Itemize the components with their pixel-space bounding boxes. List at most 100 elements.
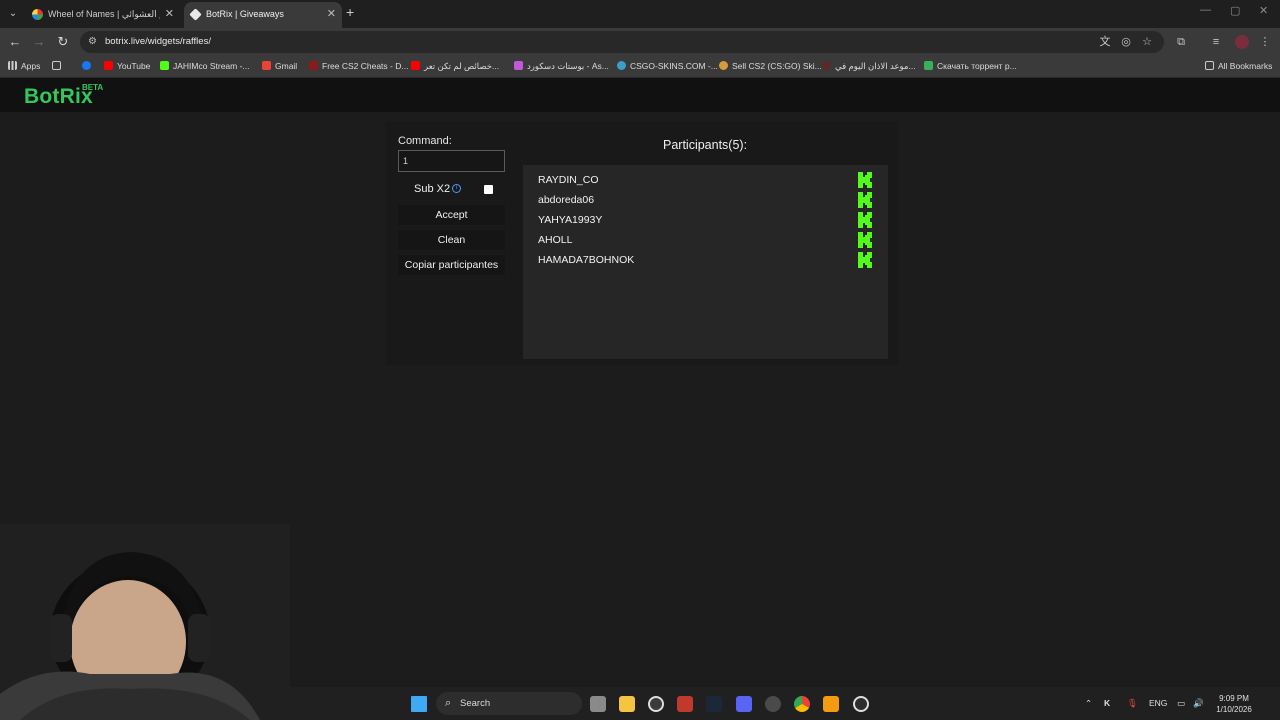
extensions-icon[interactable]: ⧉: [1173, 34, 1189, 50]
participant-row: RAYDIN_CO: [538, 172, 874, 190]
microphone-icon[interactable]: 🎙: [1127, 698, 1138, 709]
command-input[interactable]: 1: [398, 150, 505, 172]
steam-icon[interactable]: [706, 696, 722, 712]
gmail-icon: [262, 61, 271, 70]
minimize-icon[interactable]: —: [1200, 4, 1211, 16]
bookmarks-bar: Apps YouTube JAHIMco Stream -... Gmail F…: [0, 56, 1280, 78]
taskbar-search[interactable]: ⌕ Search: [436, 692, 582, 715]
kick-logo-icon: [858, 212, 872, 228]
bookmark-tab-groups[interactable]: [52, 61, 65, 74]
site-info-icon[interactable]: ⚙: [88, 36, 100, 48]
tab-groups-icon: [52, 61, 61, 70]
beta-badge: BETA: [82, 83, 104, 92]
tab-search-chevron-icon[interactable]: ⌄: [4, 5, 22, 23]
windows-taskbar: ⌕ Search ⌃ K 🎙 ENG ▭ 🔊 9:09 PM 1/10/2026: [290, 687, 1280, 720]
logitech-g-icon[interactable]: [648, 696, 664, 712]
chrome-icon[interactable]: [794, 696, 810, 712]
participants-title: Participants(5):: [663, 138, 748, 152]
back-icon[interactable]: ←: [6, 33, 24, 51]
game-launcher-icon[interactable]: [677, 696, 693, 712]
close-tab-icon[interactable]: ✕: [327, 7, 336, 20]
info-icon[interactable]: i: [452, 184, 461, 193]
taskbar-clock[interactable]: 9:09 PM 1/10/2026: [1214, 693, 1254, 715]
bookmark-facebook[interactable]: [82, 61, 95, 74]
bookmark-torrent[interactable]: Скачать торрент р...: [924, 61, 1017, 74]
apps-grid-icon: [8, 61, 17, 70]
tab-title: BotRix | Giveaways: [206, 9, 284, 19]
bookmark-gmail[interactable]: Gmail: [262, 61, 297, 74]
task-view-icon[interactable]: [590, 696, 606, 712]
bookmark-kick-stream[interactable]: JAHIMco Stream -...: [160, 61, 250, 74]
menu-dots-icon[interactable]: ⋮: [1257, 34, 1273, 50]
gem-icon: [514, 61, 523, 70]
all-bookmarks[interactable]: All Bookmarks: [1205, 61, 1272, 74]
webcam-overlay: [0, 524, 290, 720]
participant-name: abdoreda06: [538, 194, 595, 206]
network-icon[interactable]: ▭: [1177, 698, 1185, 709]
clean-button[interactable]: Clean: [398, 230, 505, 250]
translate-icon[interactable]: 文: [1097, 34, 1113, 50]
tab-botrix-giveaways[interactable]: BotRix | Giveaways ✕: [184, 2, 342, 28]
close-window-icon[interactable]: ✕: [1259, 4, 1268, 17]
tab-strip: ⌄ Wheel of Names | سم العشوائي ✕ BotRix …: [0, 0, 1280, 28]
cheats-site-icon: [309, 61, 318, 70]
settings-gear-icon[interactable]: [853, 696, 869, 712]
tray-chevron-icon[interactable]: ⌃: [1085, 698, 1092, 709]
forward-icon[interactable]: →: [30, 33, 48, 51]
bookmark-prayer-times[interactable]: موعد الاذان اليوم في...: [822, 61, 916, 74]
webcam-person-image: [0, 524, 290, 720]
discord-icon[interactable]: [736, 696, 752, 712]
volume-icon[interactable]: 🔊: [1193, 698, 1204, 709]
address-bar[interactable]: ⚙ botrix.live/widgets/raffles/: [80, 31, 1164, 53]
bookmark-apps[interactable]: Apps: [8, 61, 40, 74]
language-indicator[interactable]: ENG: [1149, 698, 1167, 708]
tab-wheel-of-names[interactable]: Wheel of Names | سم العشوائي ✕: [26, 2, 180, 28]
bookmark-sell-cs2[interactable]: Sell CS2 (CS:GO) Ski...: [719, 61, 822, 74]
participant-row: AHOLL: [538, 232, 874, 250]
reload-icon[interactable]: ↻: [54, 33, 72, 51]
sell-skins-icon: [719, 61, 728, 70]
kick-logo-icon: [858, 172, 872, 188]
kick-logo-icon: [858, 192, 872, 208]
app-icon[interactable]: [765, 696, 781, 712]
vlc-like-icon[interactable]: [823, 696, 839, 712]
url-text: botrix.live/widgets/raffles/: [105, 36, 211, 47]
accept-button[interactable]: Accept: [398, 205, 505, 225]
bookmark-star-icon[interactable]: ☆: [1139, 34, 1155, 50]
close-tab-icon[interactable]: ✕: [165, 7, 174, 20]
bookmark-discord-posts[interactable]: بوستات دسكورد - As...: [514, 61, 609, 74]
copy-participants-button[interactable]: Copiar participantes: [398, 255, 505, 275]
participant-name: AHOLL: [538, 234, 573, 246]
wheel-favicon-icon: [32, 9, 43, 20]
site-header: BotRix BETA: [0, 78, 1280, 112]
browser-toolbar: ← → ↻ ⚙ botrix.live/widgets/raffles/ 文 ◎…: [0, 28, 1280, 56]
bookmark-cs2-cheats[interactable]: Free CS2 Cheats - D...: [309, 61, 408, 74]
kick-tray-icon[interactable]: K: [1104, 698, 1110, 708]
bookmark-csgo-skins[interactable]: CSGO-SKINS.COM -...: [617, 61, 718, 74]
kick-icon: [160, 61, 169, 70]
bookmark-youtube[interactable]: YouTube: [104, 61, 150, 74]
profile-avatar[interactable]: [1235, 35, 1249, 49]
participant-name: RAYDIN_CO: [538, 174, 599, 186]
participant-name: YAHYA1993Y: [538, 214, 603, 226]
participant-row: abdoreda06: [538, 192, 874, 210]
tab-title: Wheel of Names | سم العشوائي: [48, 9, 160, 19]
file-explorer-icon[interactable]: [619, 696, 635, 712]
kick-logo-icon: [858, 232, 872, 248]
facebook-icon: [82, 61, 91, 70]
participants-list: RAYDIN_CO abdoreda06 YAHYA1993Y AHOLL HAMADA…: [523, 165, 888, 359]
sub-x2-checkbox[interactable]: [484, 185, 493, 194]
new-tab-button[interactable]: +: [346, 4, 354, 20]
bookmark-youtube-video[interactable]: خصائص لم تكن تعر...: [411, 61, 499, 74]
windows-start-icon[interactable]: [411, 696, 427, 712]
torrent-site-icon: [924, 61, 933, 70]
eye-off-icon[interactable]: ◎: [1118, 34, 1134, 50]
maximize-icon[interactable]: ▢: [1230, 4, 1240, 17]
participant-name: HAMADA7BOHNOK: [538, 254, 635, 266]
command-label: Command:: [398, 135, 452, 147]
prayer-site-icon: [822, 61, 831, 70]
youtube-icon: [411, 61, 420, 70]
reading-list-icon[interactable]: ≡: [1208, 34, 1224, 50]
youtube-icon: [104, 61, 113, 70]
folder-icon: [1205, 61, 1214, 70]
